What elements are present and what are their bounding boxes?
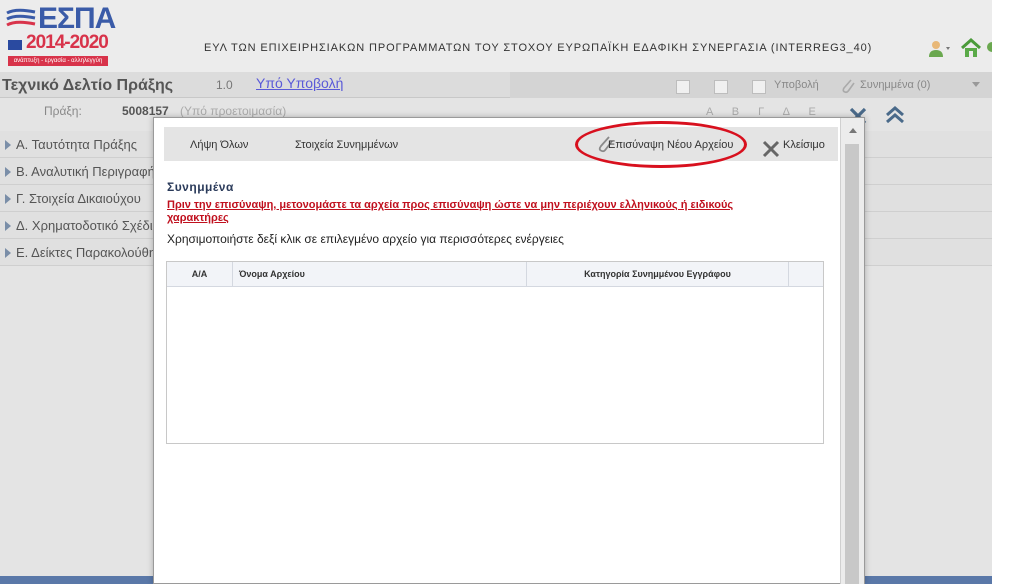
scroll-thumb[interactable] bbox=[845, 144, 859, 584]
close-button[interactable]: Κλείσιμο bbox=[783, 139, 825, 151]
attachment-details-button[interactable]: Στοιχεία Συνημμένων bbox=[295, 139, 398, 151]
column-header-category[interactable]: Κατηγορία Συνημμένου Εγγράφου bbox=[527, 262, 789, 287]
attachments-table: Α/Α Όνομα Αρχείου Κατηγορία Συνημμένου Ε… bbox=[166, 261, 824, 444]
paperclip-icon bbox=[842, 79, 855, 94]
attachments-button[interactable]: Συνημμένα (0) bbox=[860, 79, 930, 91]
chevron-down-icon[interactable] bbox=[972, 82, 980, 87]
praxi-label: Πράξη: bbox=[44, 104, 82, 118]
table-header: Α/Α Όνομα Αρχείου Κατηγορία Συνημμένου Ε… bbox=[167, 262, 823, 287]
scroll-up-icon[interactable] bbox=[849, 128, 857, 133]
submit-button[interactable]: Υποβολή bbox=[774, 79, 819, 91]
program-title: ΕΥΛ ΤΩΝ ΕΠΙΧΕΙΡΗΣΙΑΚΩΝ ΠΡΟΓΡΑΜΜΑΤΩΝ ΤΟΥ … bbox=[204, 42, 873, 54]
eu-flag-icon bbox=[8, 40, 22, 50]
download-all-button[interactable]: Λήψη Όλων bbox=[190, 139, 248, 151]
submit-icon[interactable] bbox=[752, 80, 766, 94]
export-icon[interactable] bbox=[714, 80, 728, 94]
header-actions: Υποβολή Συνημμένα (0) bbox=[510, 72, 992, 98]
espa-logo: ΕΣΠΑ 2014-2020 ανάπτυξη - εργασία - αλλη… bbox=[4, 2, 116, 66]
logo-tagline: ανάπτυξη - εργασία - αλληλεγγύη bbox=[8, 56, 108, 66]
expand-icon bbox=[5, 167, 11, 177]
section-label: Δ. Χρηματοδοτικό Σχέδιο bbox=[16, 218, 160, 233]
top-banner: ΕΣΠΑ 2014-2020 ανάπτυξη - εργασία - αλλη… bbox=[0, 0, 992, 72]
expand-icon bbox=[5, 248, 11, 258]
attachments-dialog: Λήψη Όλων Στοιχεία Συνημμένων Επισύναψη … bbox=[153, 117, 865, 584]
collapse-up-icon[interactable] bbox=[884, 104, 906, 126]
close-icon[interactable] bbox=[761, 139, 781, 159]
section-label: Α. Ταυτότητα Πράξης bbox=[16, 137, 138, 152]
section-label: Γ. Στοιχεία Δικαιούχου bbox=[16, 191, 141, 206]
expand-icon bbox=[5, 194, 11, 204]
dialog-toolbar: Λήψη Όλων Στοιχεία Συνημμένων Επισύναψη … bbox=[164, 127, 838, 161]
form-version: 1.0 bbox=[216, 78, 233, 92]
status-link[interactable]: Υπό Υποβολή bbox=[256, 75, 343, 91]
column-header-filename[interactable]: Όνομα Αρχείου bbox=[233, 262, 527, 287]
form-title: Τεχνικό Δελτίο Πράξης bbox=[2, 77, 174, 94]
page-margin bbox=[992, 0, 1024, 584]
expand-icon bbox=[5, 140, 11, 150]
rename-warning: Πριν την επισύναψη, μετονομάστε τα αρχεί… bbox=[167, 199, 734, 224]
section-label: Β. Αναλυτική Περιγραφή bbox=[16, 164, 155, 179]
expand-icon bbox=[5, 221, 11, 231]
logo-years: 2014-2020 bbox=[26, 32, 109, 53]
logo-brand: ΕΣΠΑ bbox=[38, 2, 116, 35]
home-icon[interactable] bbox=[960, 38, 982, 58]
praxi-code: 5008157 bbox=[122, 104, 169, 118]
praxi-state: (Υπό προετοιμασία) bbox=[180, 104, 287, 118]
right-click-hint: Χρησιμοποιήστε δεξί κλικ σε επιλεγμένο α… bbox=[167, 232, 564, 246]
espa-logo-waves-icon bbox=[6, 8, 36, 27]
attach-new-file-button[interactable]: Επισύναψη Νέου Αρχείου bbox=[608, 139, 733, 151]
dialog-scrollbar[interactable] bbox=[840, 118, 864, 584]
form-header: Τεχνικό Δελτίο Πράξης 1.0 Υπό Υποβολή Υπ… bbox=[0, 72, 992, 98]
user-icon[interactable] bbox=[928, 40, 952, 58]
column-header-aa[interactable]: Α/Α bbox=[167, 262, 233, 287]
print-icon[interactable] bbox=[676, 80, 690, 94]
attachments-title: Συνημμένα bbox=[167, 180, 234, 194]
column-header-extra bbox=[789, 262, 823, 287]
